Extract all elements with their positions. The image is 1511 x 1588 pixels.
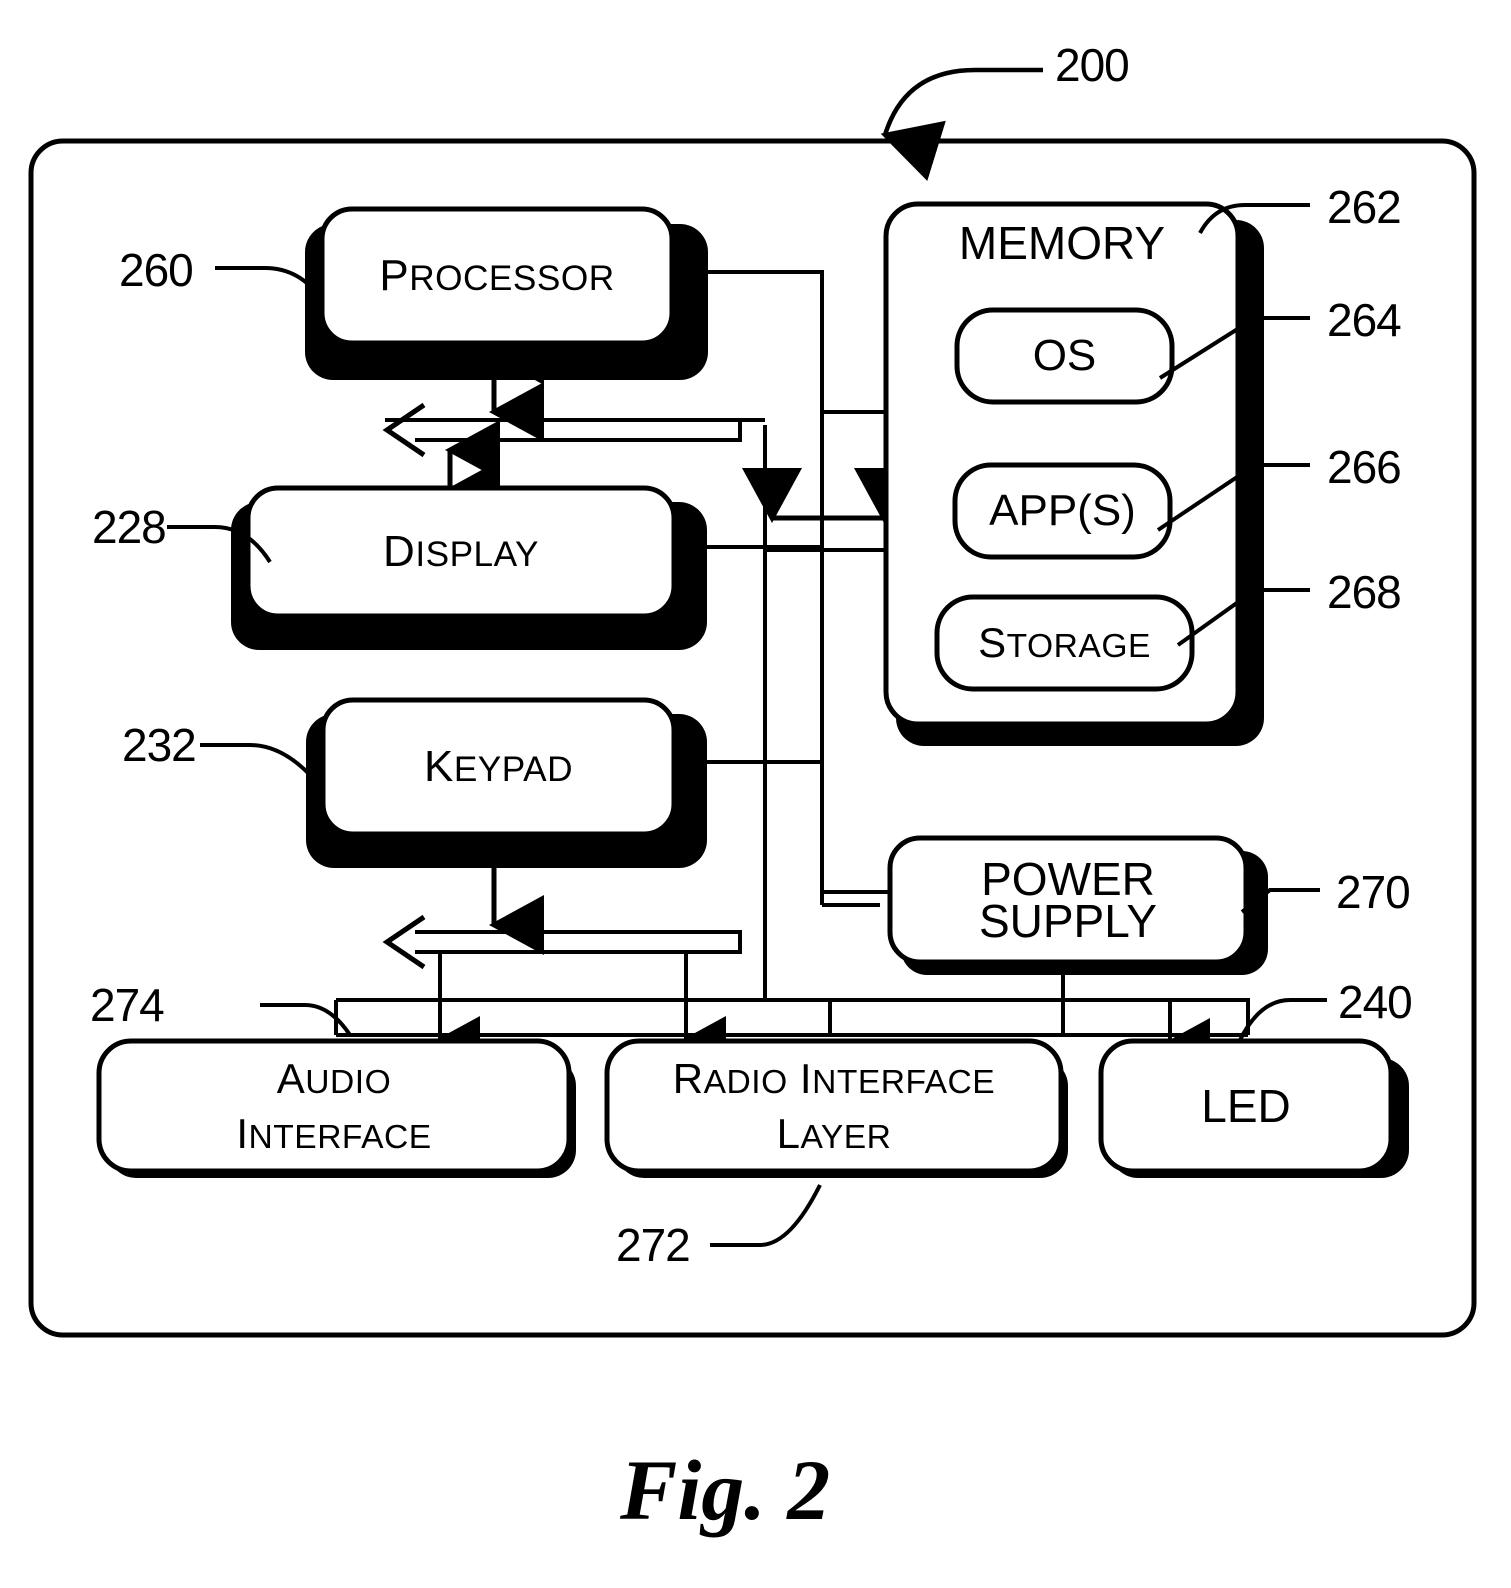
block-shapes: [96, 201, 1409, 1178]
diagram-vector-layer: [28, 67, 1477, 1338]
leader-200: [880, 67, 1043, 182]
ref-260: 260: [119, 244, 194, 296]
figure-canvas: 200 260 262 264 266 268 228 232 270 274 …: [0, 0, 1511, 1588]
ref-200: 200: [1055, 39, 1130, 91]
ref-240: 240: [1338, 976, 1413, 1028]
ref-228: 228: [92, 501, 167, 553]
ref-262: 262: [1327, 181, 1402, 233]
ref-270: 270: [1336, 866, 1411, 918]
ref-274: 274: [90, 979, 165, 1031]
ref-232: 232: [122, 719, 197, 771]
figure-caption: Fig. 2: [620, 1442, 831, 1538]
ref-264: 264: [1327, 294, 1402, 346]
ref-272: 272: [616, 1219, 691, 1271]
ref-268: 268: [1327, 566, 1402, 618]
ref-266: 266: [1327, 441, 1402, 493]
